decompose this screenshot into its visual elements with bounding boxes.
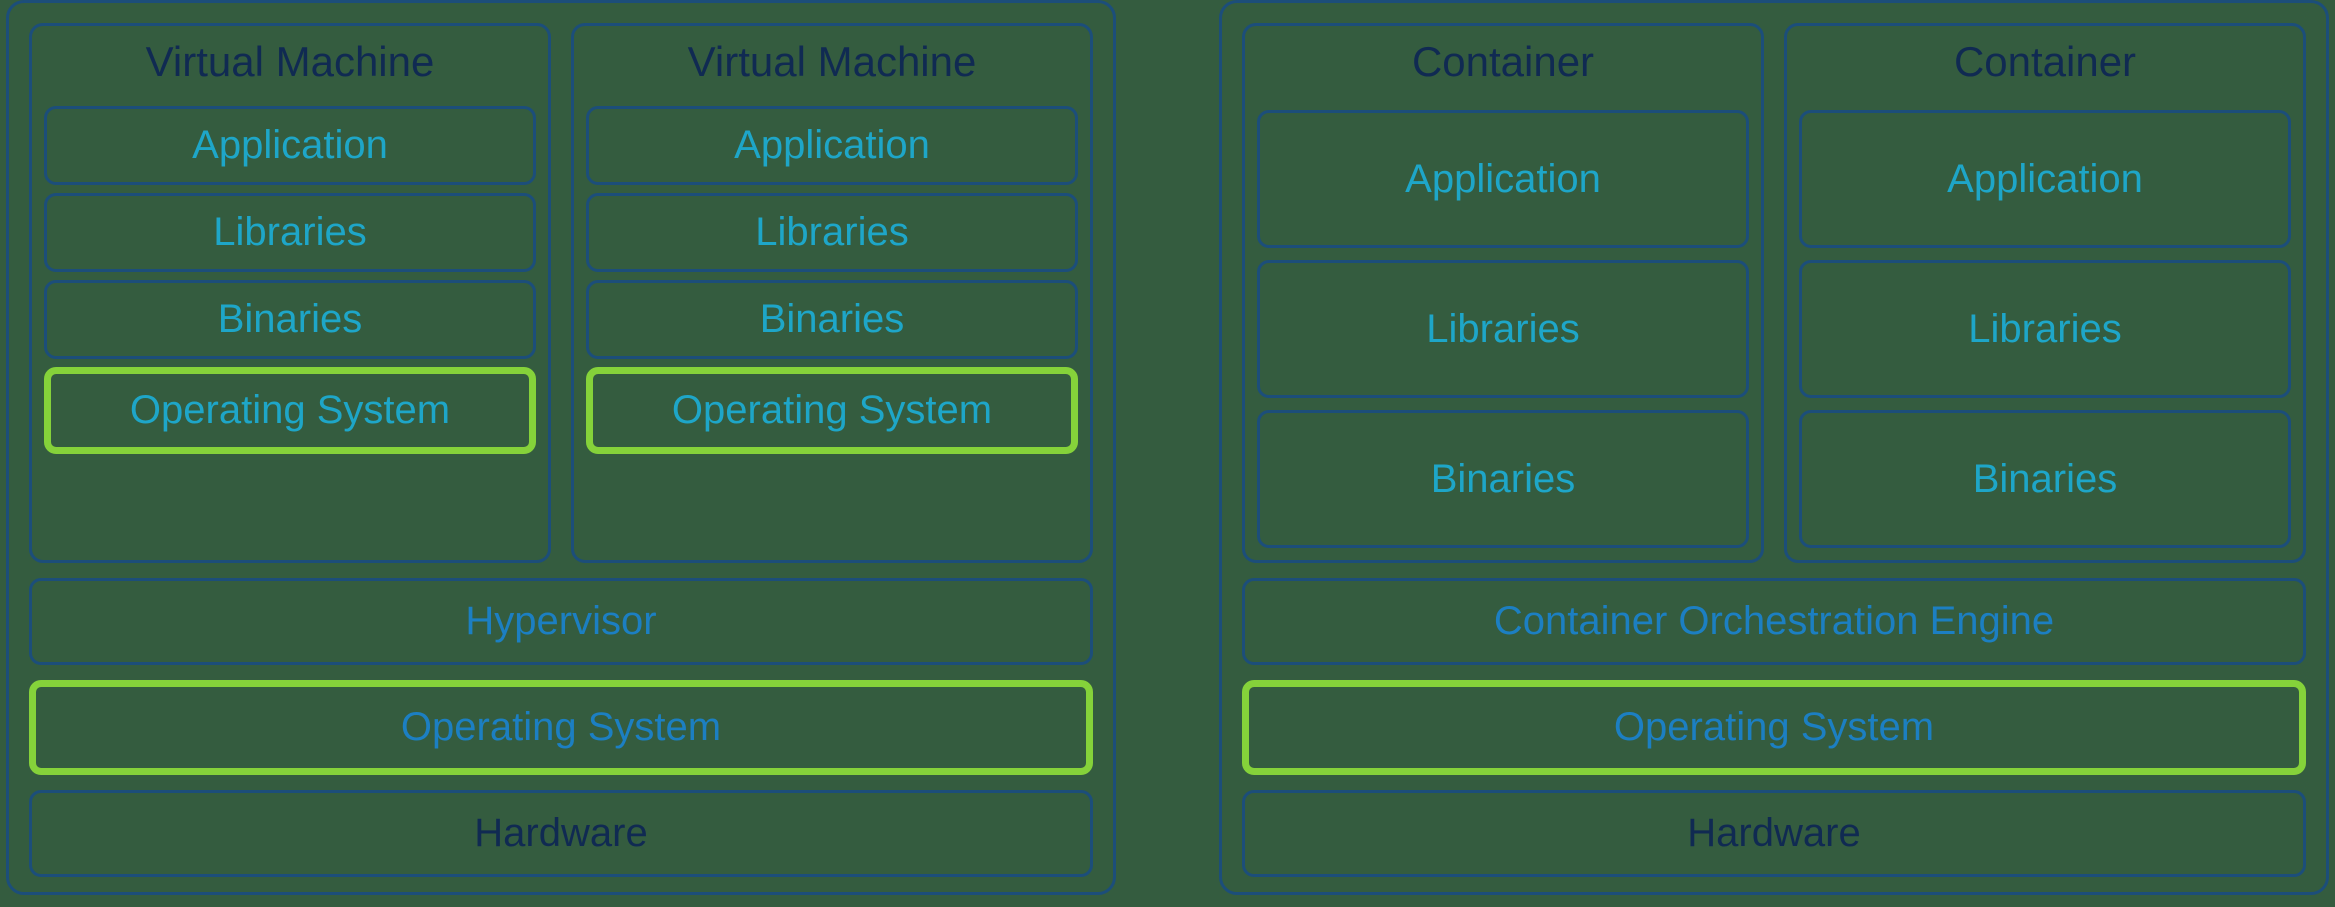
vm-unit-1: Virtual Machine Application Libraries Bi… [29,23,551,563]
layer-libraries: Libraries [586,193,1078,272]
layer-libraries: Libraries [44,193,536,272]
vm-units-row: Virtual Machine Application Libraries Bi… [29,23,1093,563]
layer-libraries: Libraries [1257,260,1749,398]
layer-binaries: Binaries [44,280,536,359]
vm-architecture-panel: Virtual Machine Application Libraries Bi… [6,0,1116,895]
layer-binaries: Binaries [1799,410,2291,548]
container-unit-2: Container Application Libraries Binaries [1784,23,2306,563]
host-os-layer: Operating System [1242,680,2306,775]
hardware-layer: Hardware [1242,790,2306,877]
layer-binaries: Binaries [586,280,1078,359]
layer-binaries: Binaries [1257,410,1749,548]
vm-unit-title: Virtual Machine [44,26,536,98]
layer-application: Application [1799,110,2291,248]
hardware-layer: Hardware [29,790,1093,877]
vm-unit-2: Virtual Machine Application Libraries Bi… [571,23,1093,563]
host-os-layer: Operating System [29,680,1093,775]
layer-application: Application [44,106,536,185]
layer-application: Application [1257,110,1749,248]
layer-application: Application [586,106,1078,185]
vm-unit-title: Virtual Machine [586,26,1078,98]
hypervisor-layer: Hypervisor [29,578,1093,665]
layer-libraries: Libraries [1799,260,2291,398]
container-units-row: Container Application Libraries Binaries… [1242,23,2306,563]
orchestration-layer: Container Orchestration Engine [1242,578,2306,665]
container-architecture-panel: Container Application Libraries Binaries… [1219,0,2329,895]
container-unit-1: Container Application Libraries Binaries [1242,23,1764,563]
container-unit-title: Container [1257,26,1749,98]
layer-operating-system: Operating System [44,367,536,454]
container-unit-title: Container [1799,26,2291,98]
layer-operating-system: Operating System [586,367,1078,454]
